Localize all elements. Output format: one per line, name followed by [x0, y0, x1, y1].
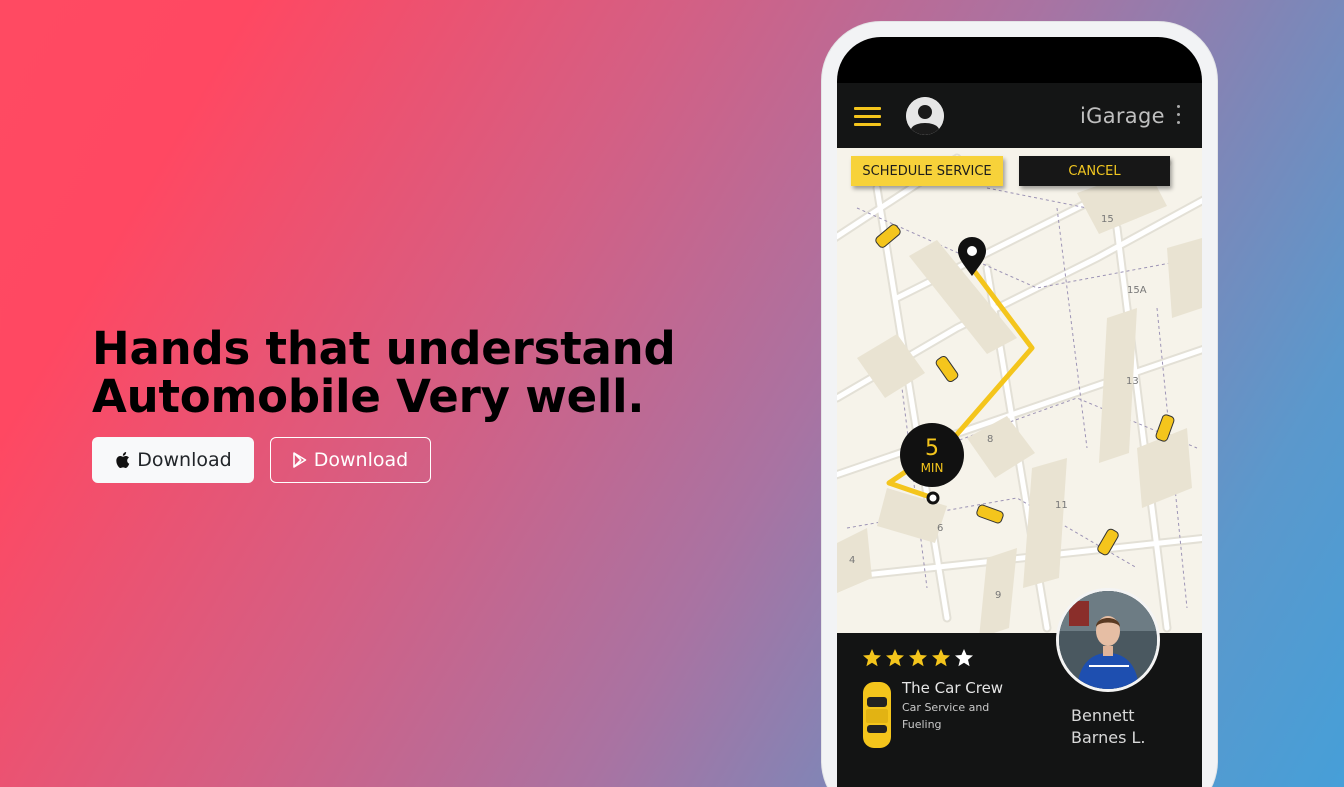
map-label-4: 4	[849, 555, 855, 566]
mechanic-first-name: Bennett	[1071, 706, 1135, 725]
star-icon	[909, 649, 927, 667]
phone-mockup: iGarage 15 15A 13 8 11 6 4 9 5 MIN SCHED…	[821, 21, 1218, 787]
crew-name: The Car Crew	[902, 679, 1004, 697]
car-icon	[863, 682, 891, 748]
cancel-button[interactable]: CANCEL	[1019, 156, 1170, 186]
map-label-6: 6	[937, 523, 943, 534]
mechanic-avatar[interactable]	[1056, 588, 1160, 692]
headline-line-2: Automobile Very well.	[92, 370, 645, 423]
map-label-15: 15	[1101, 214, 1114, 225]
map-label-13: 13	[1126, 376, 1139, 387]
app-store-download-button[interactable]: Download	[92, 437, 254, 483]
kebab-menu-icon[interactable]	[1177, 105, 1181, 129]
rating-stars	[862, 648, 974, 668]
map-graphic: 15 15A 13 8 11 6 4 9 5 MIN	[837, 148, 1202, 633]
map-label-11: 11	[1055, 500, 1068, 511]
map-view[interactable]: 15 15A 13 8 11 6 4 9 5 MIN SCHEDULE SERV…	[837, 148, 1202, 633]
crew-description: Car Service and Fueling	[902, 701, 990, 731]
avatar-icon[interactable]	[906, 97, 944, 135]
play-store-download-button[interactable]: Download	[270, 437, 431, 483]
star-icon	[863, 649, 881, 667]
download-buttons: Download Download	[92, 437, 712, 483]
play-store-icon	[292, 452, 307, 468]
headline-line-1: Hands that understand	[92, 322, 676, 375]
hamburger-icon[interactable]	[854, 107, 881, 126]
apple-icon	[116, 452, 130, 468]
map-label-9: 9	[995, 590, 1001, 601]
phone-screen: iGarage 15 15A 13 8 11 6 4 9 5 MIN SCHED…	[837, 37, 1202, 787]
star-icon	[955, 649, 973, 667]
map-label-15a: 15A	[1127, 285, 1147, 296]
app-title: iGarage	[1080, 104, 1165, 128]
app-store-button-label: Download	[137, 449, 232, 471]
mechanic-last-name: Barnes L.	[1071, 728, 1146, 747]
schedule-service-button[interactable]: SCHEDULE SERVICE	[851, 156, 1003, 186]
play-store-button-label: Download	[313, 449, 409, 471]
star-icon	[886, 649, 904, 667]
star-icon	[932, 649, 950, 667]
eta-unit: MIN	[921, 461, 944, 475]
app-header: iGarage	[837, 83, 1202, 148]
eta-value: 5	[925, 436, 939, 461]
hero-section: Hands that understand Automobile Very we…	[92, 325, 712, 483]
map-label-8: 8	[987, 434, 993, 445]
hero-headline: Hands that understand Automobile Very we…	[92, 325, 712, 421]
